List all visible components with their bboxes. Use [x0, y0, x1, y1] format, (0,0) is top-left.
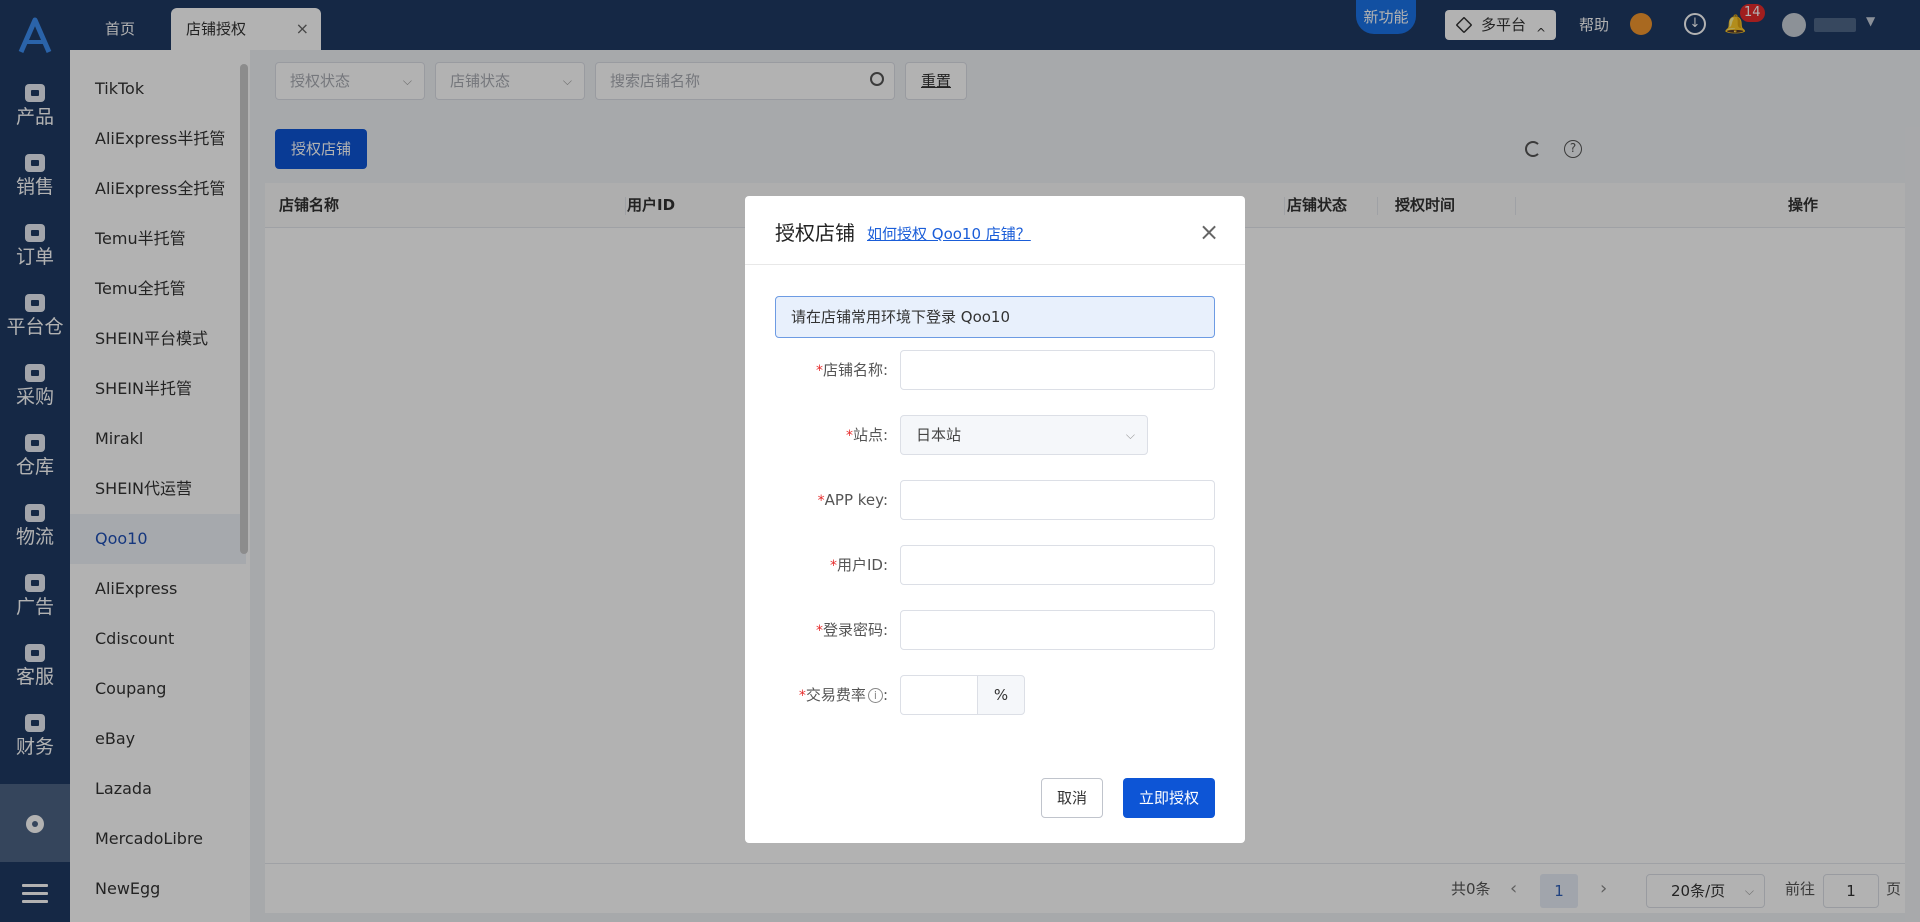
shop-name-label-text: 店铺名称:: [822, 361, 888, 379]
user-id-label: *用户ID:: [775, 545, 888, 586]
required-mark: *: [817, 493, 825, 509]
fee-rate-label-text: 交易费率: [805, 686, 866, 704]
how-to-authorize-link[interactable]: 如何授权 Qoo10 店铺？: [867, 223, 1031, 244]
close-icon[interactable]: ×: [1199, 218, 1219, 246]
fee-rate-unit: %: [977, 675, 1025, 715]
app-key-input[interactable]: [900, 480, 1215, 520]
fee-rate-input[interactable]: [900, 675, 978, 715]
required-mark: *: [798, 688, 806, 704]
dialog-title: 授权店铺: [775, 221, 855, 245]
user-id-label-text: 用户ID:: [836, 556, 888, 574]
app-key-label-text: APP key:: [824, 491, 888, 509]
dialog-divider: [745, 264, 1245, 265]
app-key-label: *APP key:: [775, 480, 888, 521]
required-mark: *: [845, 428, 853, 444]
chevron-down-icon: ⌵: [1125, 428, 1135, 442]
cancel-button[interactable]: 取消: [1041, 778, 1103, 818]
user-id-input[interactable]: [900, 545, 1215, 585]
password-label: *登录密码:: [775, 610, 888, 651]
required-mark: *: [829, 558, 837, 574]
required-mark: *: [815, 363, 823, 379]
info-icon[interactable]: i: [867, 688, 883, 703]
shop-name-input[interactable]: [900, 350, 1215, 390]
site-select[interactable]: 日本站 ⌵: [900, 415, 1148, 455]
fee-rate-colon: :: [882, 686, 888, 704]
site-value: 日本站: [916, 426, 962, 444]
required-mark: *: [815, 623, 823, 639]
shop-name-label: *店铺名称:: [775, 350, 888, 391]
site-label: *站点:: [775, 415, 888, 456]
password-label-text: 登录密码:: [822, 621, 888, 639]
site-label-text: 站点:: [852, 426, 888, 444]
authorize-now-button[interactable]: 立即授权: [1123, 778, 1215, 818]
password-input[interactable]: [900, 610, 1215, 650]
fee-rate-label: *交易费率 i:: [775, 675, 888, 716]
login-notice: 请在店铺常用环境下登录 Qoo10: [775, 296, 1215, 338]
authorize-shop-dialog: 授权店铺 如何授权 Qoo10 店铺？ × 请在店铺常用环境下登录 Qoo10 …: [745, 196, 1245, 843]
